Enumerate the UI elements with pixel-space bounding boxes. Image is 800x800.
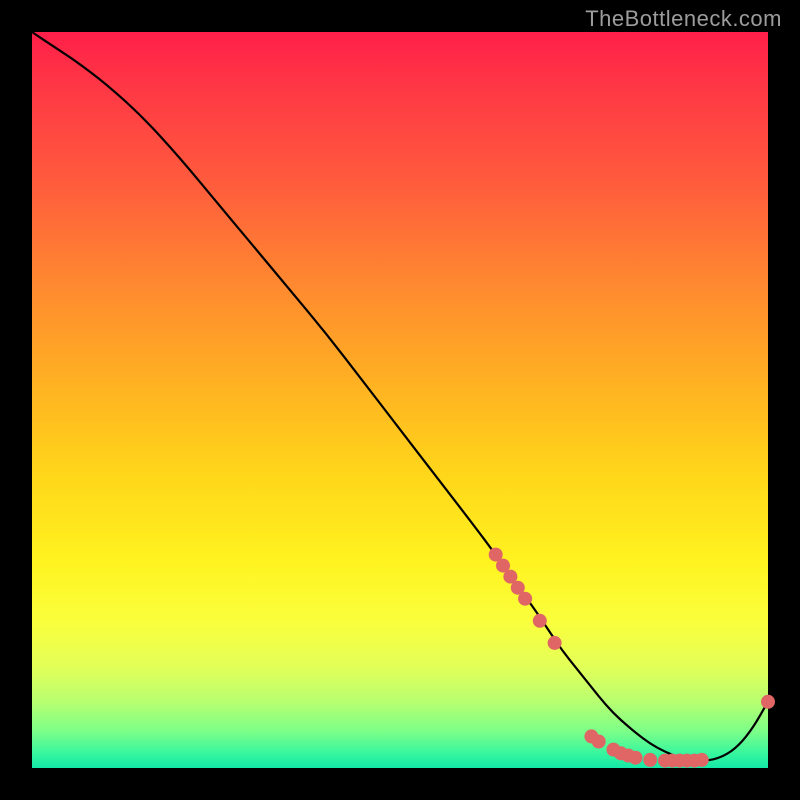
highlight-dot	[695, 753, 709, 767]
plot-svg	[32, 32, 768, 768]
highlight-dot	[643, 753, 657, 767]
highlight-dot	[548, 636, 562, 650]
highlight-dot	[592, 735, 606, 749]
highlight-dot	[518, 592, 532, 606]
bottleneck-curve	[32, 32, 768, 761]
highlight-dot	[629, 751, 643, 765]
highlight-dot	[533, 614, 547, 628]
chart-frame: TheBottleneck.com	[0, 0, 800, 800]
highlight-dot	[761, 695, 775, 709]
watermark-text: TheBottleneck.com	[585, 6, 782, 32]
highlight-dots	[489, 548, 775, 768]
plot-area	[32, 32, 768, 768]
